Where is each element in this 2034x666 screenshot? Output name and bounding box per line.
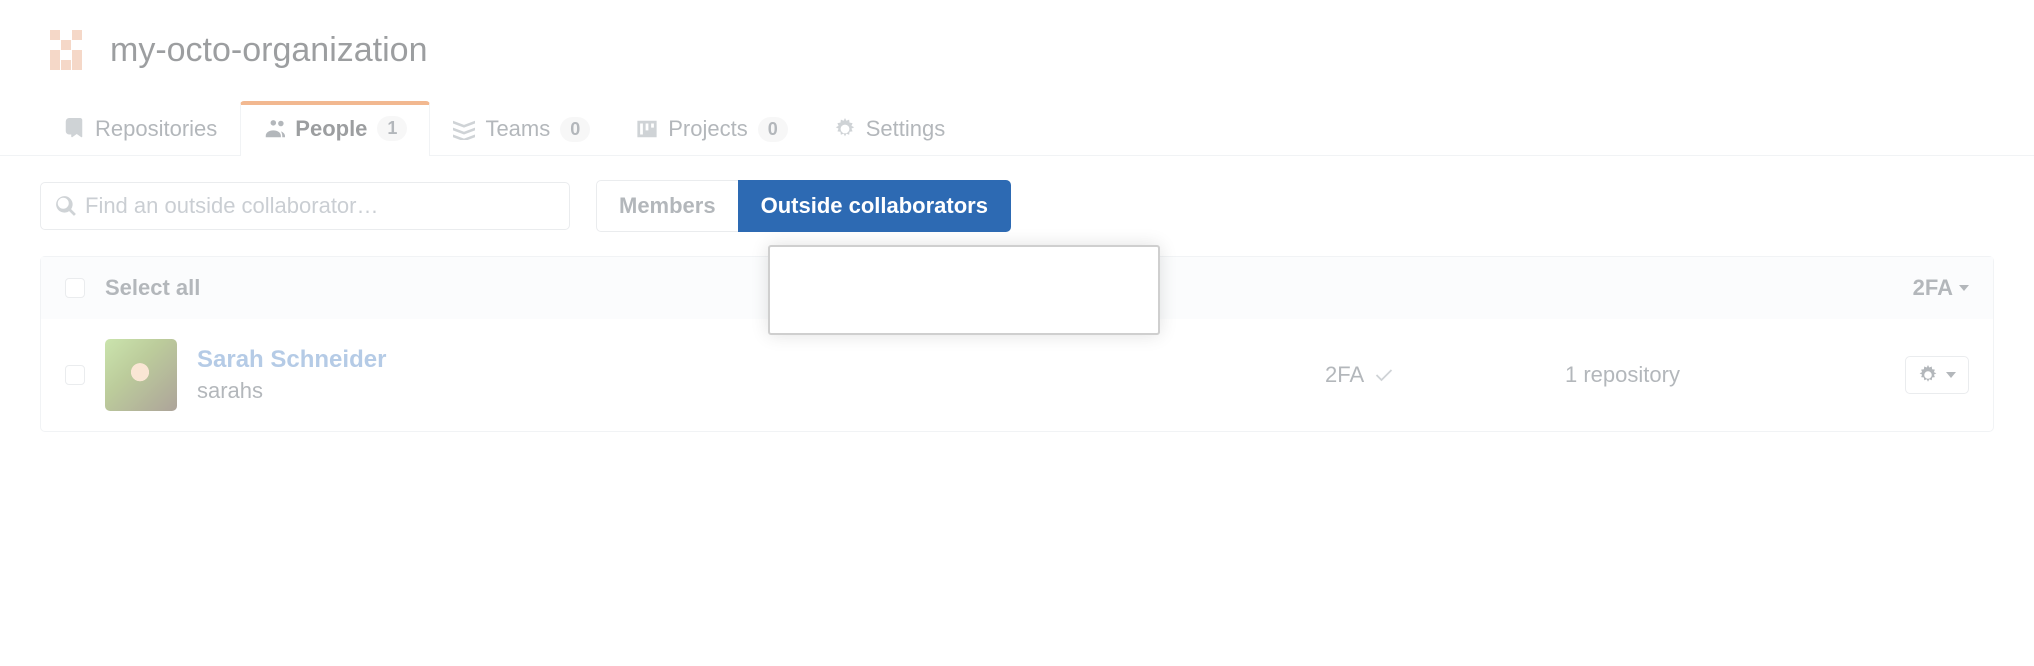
row-settings-button[interactable] <box>1905 356 1969 394</box>
org-avatar-icon <box>40 24 92 76</box>
user-name-link[interactable]: Sarah Schneider <box>197 346 837 374</box>
search-input[interactable] <box>85 193 555 219</box>
people-icon <box>263 118 285 140</box>
user-login: sarahs <box>197 378 837 404</box>
org-name[interactable]: my-octo-organization <box>110 31 427 70</box>
gear-icon <box>834 118 856 140</box>
user-repo-count[interactable]: 1 repository <box>1565 362 1905 388</box>
filter-2fa-dropdown[interactable]: 2FA <box>1913 275 1969 301</box>
check-icon <box>1374 365 1394 385</box>
repo-icon <box>63 118 85 140</box>
people-type-segmented: Members Outside collaborators <box>596 180 1011 232</box>
collaborators-list: Select all 2FA Sarah Schneider sarahs 2F… <box>40 256 1994 432</box>
tab-label: Repositories <box>95 116 217 142</box>
caret-down-icon <box>1946 372 1956 378</box>
tab-teams[interactable]: Teams 0 <box>430 101 613 156</box>
tab-counter: 1 <box>377 116 407 141</box>
teams-icon <box>453 118 475 140</box>
avatar[interactable] <box>105 339 177 411</box>
tab-counter: 0 <box>758 117 788 142</box>
list-item: Sarah Schneider sarahs 2FA 1 repository <box>41 319 1993 431</box>
tab-people[interactable]: People 1 <box>240 101 430 156</box>
tab-repositories[interactable]: Repositories <box>40 101 240 156</box>
projects-icon <box>636 118 658 140</box>
tab-label: Teams <box>485 116 550 142</box>
search-icon <box>55 195 77 217</box>
search-field[interactable] <box>40 182 570 230</box>
select-all-label: Select all <box>105 275 200 301</box>
org-header: my-octo-organization <box>0 0 2034 76</box>
select-all-checkbox[interactable] <box>65 278 85 298</box>
filter-2fa-label: 2FA <box>1913 275 1953 301</box>
outside-collaborators-button[interactable]: Outside collaborators <box>738 180 1011 232</box>
gear-icon <box>1918 365 1938 385</box>
user-2fa-status: 2FA <box>1325 362 1565 388</box>
tab-projects[interactable]: Projects 0 <box>613 101 811 156</box>
filter-bar: Members Outside collaborators <box>0 156 2034 256</box>
tab-settings[interactable]: Settings <box>811 101 969 156</box>
tab-counter: 0 <box>560 117 590 142</box>
list-header: Select all 2FA <box>41 257 1993 319</box>
row-checkbox[interactable] <box>65 365 85 385</box>
twofa-label: 2FA <box>1325 362 1364 388</box>
org-tabs: Repositories People 1 Teams 0 Projects 0… <box>0 76 2034 156</box>
members-button[interactable]: Members <box>596 180 739 232</box>
tab-label: Projects <box>668 116 747 142</box>
tab-label: People <box>295 116 367 142</box>
caret-down-icon <box>1959 285 1969 291</box>
tab-label: Settings <box>866 116 946 142</box>
